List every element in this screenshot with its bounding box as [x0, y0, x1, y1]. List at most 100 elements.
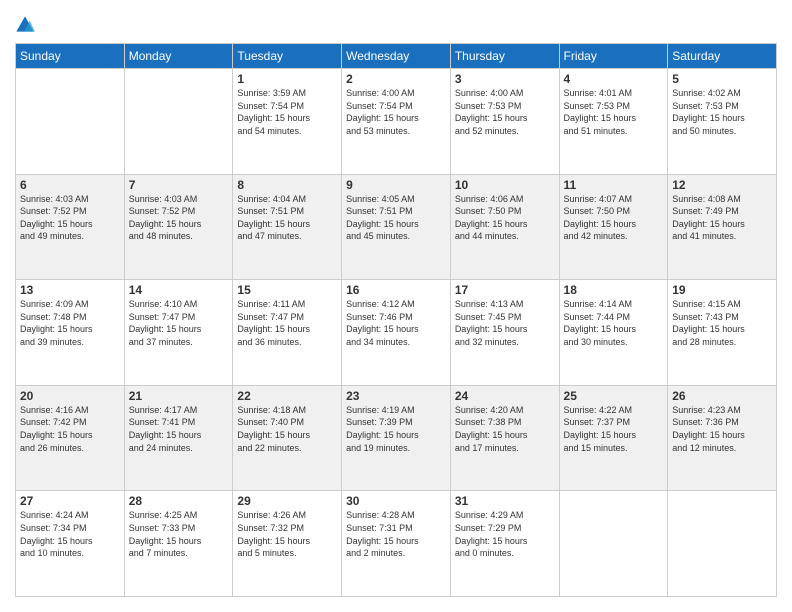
calendar-cell: 10Sunrise: 4:06 AM Sunset: 7:50 PM Dayli… — [450, 174, 559, 280]
day-info: Sunrise: 4:22 AM Sunset: 7:37 PM Dayligh… — [564, 404, 664, 454]
calendar-cell: 3Sunrise: 4:00 AM Sunset: 7:53 PM Daylig… — [450, 69, 559, 175]
day-number: 20 — [20, 389, 120, 403]
calendar-cell: 28Sunrise: 4:25 AM Sunset: 7:33 PM Dayli… — [124, 491, 233, 597]
day-number: 22 — [237, 389, 337, 403]
calendar-cell: 29Sunrise: 4:26 AM Sunset: 7:32 PM Dayli… — [233, 491, 342, 597]
weekday-header-row: SundayMondayTuesdayWednesdayThursdayFrid… — [16, 44, 777, 69]
day-number: 21 — [129, 389, 229, 403]
day-info: Sunrise: 4:13 AM Sunset: 7:45 PM Dayligh… — [455, 298, 555, 348]
calendar-cell: 5Sunrise: 4:02 AM Sunset: 7:53 PM Daylig… — [668, 69, 777, 175]
day-info: Sunrise: 4:14 AM Sunset: 7:44 PM Dayligh… — [564, 298, 664, 348]
day-number: 24 — [455, 389, 555, 403]
day-number: 15 — [237, 283, 337, 297]
day-info: Sunrise: 4:04 AM Sunset: 7:51 PM Dayligh… — [237, 193, 337, 243]
weekday-header: Sunday — [16, 44, 125, 69]
calendar-cell: 1Sunrise: 3:59 AM Sunset: 7:54 PM Daylig… — [233, 69, 342, 175]
logo — [15, 15, 39, 35]
calendar-cell — [124, 69, 233, 175]
day-info: Sunrise: 4:25 AM Sunset: 7:33 PM Dayligh… — [129, 509, 229, 559]
day-number: 6 — [20, 178, 120, 192]
day-number: 12 — [672, 178, 772, 192]
calendar-cell: 7Sunrise: 4:03 AM Sunset: 7:52 PM Daylig… — [124, 174, 233, 280]
day-number: 4 — [564, 72, 664, 86]
day-number: 19 — [672, 283, 772, 297]
day-info: Sunrise: 4:03 AM Sunset: 7:52 PM Dayligh… — [129, 193, 229, 243]
calendar-week-row: 6Sunrise: 4:03 AM Sunset: 7:52 PM Daylig… — [16, 174, 777, 280]
calendar-cell: 8Sunrise: 4:04 AM Sunset: 7:51 PM Daylig… — [233, 174, 342, 280]
weekday-header: Wednesday — [342, 44, 451, 69]
day-number: 14 — [129, 283, 229, 297]
day-number: 1 — [237, 72, 337, 86]
day-info: Sunrise: 4:00 AM Sunset: 7:53 PM Dayligh… — [455, 87, 555, 137]
day-info: Sunrise: 4:00 AM Sunset: 7:54 PM Dayligh… — [346, 87, 446, 137]
calendar-cell: 21Sunrise: 4:17 AM Sunset: 7:41 PM Dayli… — [124, 385, 233, 491]
calendar-cell: 26Sunrise: 4:23 AM Sunset: 7:36 PM Dayli… — [668, 385, 777, 491]
calendar-cell: 17Sunrise: 4:13 AM Sunset: 7:45 PM Dayli… — [450, 280, 559, 386]
day-number: 17 — [455, 283, 555, 297]
day-info: Sunrise: 4:12 AM Sunset: 7:46 PM Dayligh… — [346, 298, 446, 348]
day-info: Sunrise: 4:01 AM Sunset: 7:53 PM Dayligh… — [564, 87, 664, 137]
calendar-cell: 31Sunrise: 4:29 AM Sunset: 7:29 PM Dayli… — [450, 491, 559, 597]
day-info: Sunrise: 4:16 AM Sunset: 7:42 PM Dayligh… — [20, 404, 120, 454]
calendar-cell: 11Sunrise: 4:07 AM Sunset: 7:50 PM Dayli… — [559, 174, 668, 280]
calendar-cell — [16, 69, 125, 175]
day-number: 10 — [455, 178, 555, 192]
day-number: 23 — [346, 389, 446, 403]
calendar-week-row: 27Sunrise: 4:24 AM Sunset: 7:34 PM Dayli… — [16, 491, 777, 597]
day-info: Sunrise: 4:24 AM Sunset: 7:34 PM Dayligh… — [20, 509, 120, 559]
calendar-cell: 24Sunrise: 4:20 AM Sunset: 7:38 PM Dayli… — [450, 385, 559, 491]
day-info: Sunrise: 4:20 AM Sunset: 7:38 PM Dayligh… — [455, 404, 555, 454]
day-info: Sunrise: 4:05 AM Sunset: 7:51 PM Dayligh… — [346, 193, 446, 243]
day-number: 8 — [237, 178, 337, 192]
calendar-cell: 6Sunrise: 4:03 AM Sunset: 7:52 PM Daylig… — [16, 174, 125, 280]
weekday-header: Monday — [124, 44, 233, 69]
calendar-week-row: 20Sunrise: 4:16 AM Sunset: 7:42 PM Dayli… — [16, 385, 777, 491]
calendar-cell — [668, 491, 777, 597]
day-number: 18 — [564, 283, 664, 297]
calendar-cell: 16Sunrise: 4:12 AM Sunset: 7:46 PM Dayli… — [342, 280, 451, 386]
calendar-cell — [559, 491, 668, 597]
calendar-cell: 2Sunrise: 4:00 AM Sunset: 7:54 PM Daylig… — [342, 69, 451, 175]
day-number: 16 — [346, 283, 446, 297]
calendar-cell: 4Sunrise: 4:01 AM Sunset: 7:53 PM Daylig… — [559, 69, 668, 175]
day-number: 5 — [672, 72, 772, 86]
calendar-cell: 19Sunrise: 4:15 AM Sunset: 7:43 PM Dayli… — [668, 280, 777, 386]
logo-icon — [15, 15, 35, 35]
day-number: 9 — [346, 178, 446, 192]
calendar-cell: 22Sunrise: 4:18 AM Sunset: 7:40 PM Dayli… — [233, 385, 342, 491]
day-info: Sunrise: 4:17 AM Sunset: 7:41 PM Dayligh… — [129, 404, 229, 454]
day-info: Sunrise: 4:09 AM Sunset: 7:48 PM Dayligh… — [20, 298, 120, 348]
day-number: 27 — [20, 494, 120, 508]
day-number: 13 — [20, 283, 120, 297]
calendar-cell: 25Sunrise: 4:22 AM Sunset: 7:37 PM Dayli… — [559, 385, 668, 491]
day-info: Sunrise: 4:18 AM Sunset: 7:40 PM Dayligh… — [237, 404, 337, 454]
weekday-header: Tuesday — [233, 44, 342, 69]
day-info: Sunrise: 4:26 AM Sunset: 7:32 PM Dayligh… — [237, 509, 337, 559]
header — [15, 15, 777, 35]
weekday-header: Saturday — [668, 44, 777, 69]
day-info: Sunrise: 4:06 AM Sunset: 7:50 PM Dayligh… — [455, 193, 555, 243]
calendar-cell: 27Sunrise: 4:24 AM Sunset: 7:34 PM Dayli… — [16, 491, 125, 597]
weekday-header: Thursday — [450, 44, 559, 69]
calendar-cell: 15Sunrise: 4:11 AM Sunset: 7:47 PM Dayli… — [233, 280, 342, 386]
day-number: 3 — [455, 72, 555, 86]
calendar-cell: 23Sunrise: 4:19 AM Sunset: 7:39 PM Dayli… — [342, 385, 451, 491]
day-info: Sunrise: 4:02 AM Sunset: 7:53 PM Dayligh… — [672, 87, 772, 137]
day-info: Sunrise: 4:10 AM Sunset: 7:47 PM Dayligh… — [129, 298, 229, 348]
weekday-header: Friday — [559, 44, 668, 69]
calendar-cell: 14Sunrise: 4:10 AM Sunset: 7:47 PM Dayli… — [124, 280, 233, 386]
calendar-cell: 18Sunrise: 4:14 AM Sunset: 7:44 PM Dayli… — [559, 280, 668, 386]
calendar-week-row: 1Sunrise: 3:59 AM Sunset: 7:54 PM Daylig… — [16, 69, 777, 175]
page: SundayMondayTuesdayWednesdayThursdayFrid… — [0, 0, 792, 612]
day-number: 25 — [564, 389, 664, 403]
day-info: Sunrise: 4:29 AM Sunset: 7:29 PM Dayligh… — [455, 509, 555, 559]
day-number: 7 — [129, 178, 229, 192]
day-info: Sunrise: 4:23 AM Sunset: 7:36 PM Dayligh… — [672, 404, 772, 454]
day-info: Sunrise: 4:28 AM Sunset: 7:31 PM Dayligh… — [346, 509, 446, 559]
day-info: Sunrise: 4:08 AM Sunset: 7:49 PM Dayligh… — [672, 193, 772, 243]
day-number: 29 — [237, 494, 337, 508]
day-number: 30 — [346, 494, 446, 508]
day-number: 26 — [672, 389, 772, 403]
day-info: Sunrise: 4:03 AM Sunset: 7:52 PM Dayligh… — [20, 193, 120, 243]
calendar-cell: 13Sunrise: 4:09 AM Sunset: 7:48 PM Dayli… — [16, 280, 125, 386]
